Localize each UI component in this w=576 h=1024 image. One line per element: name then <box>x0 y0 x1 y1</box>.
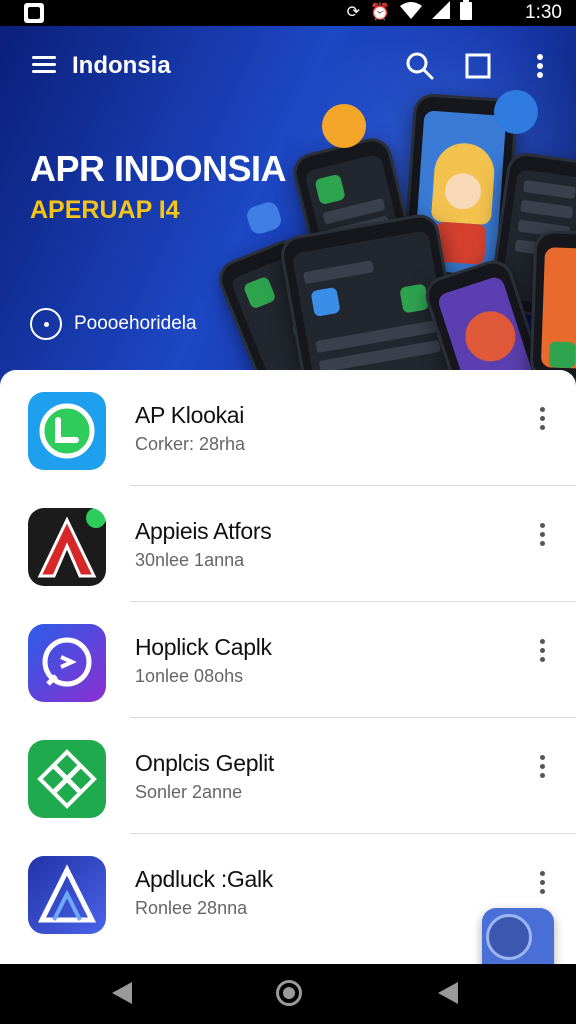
emoji-icon <box>322 104 366 148</box>
home-icon[interactable] <box>276 980 302 1006</box>
app-meta: 1onlee 08ohs <box>135 666 244 686</box>
status-time: 1:30 <box>525 2 562 23</box>
hero-link[interactable]: Poooehoridela <box>30 308 197 340</box>
status-icons: ⟳ ⏰ <box>346 0 472 26</box>
app-list: AP Klookai Corker: 28rha Appieis Atfors … <box>0 370 576 964</box>
red-a-icon <box>28 508 106 586</box>
app-name: Hoplick Caplk <box>135 634 272 660</box>
phone-illustration <box>529 229 576 383</box>
app-name: Apdluck :Galk <box>135 866 273 892</box>
messenger-icon <box>28 624 106 702</box>
search-icon[interactable] <box>402 48 438 84</box>
list-item[interactable]: AP Klookai Corker: 28rha <box>0 370 576 486</box>
more-vert-icon[interactable] <box>522 48 558 84</box>
more-vert-icon[interactable] <box>528 636 556 666</box>
menu-icon[interactable] <box>32 56 56 74</box>
green-chat-icon <box>28 392 106 470</box>
app-meta: 30nlee 1anna <box>135 550 245 570</box>
alarm-icon: ⏰ <box>370 4 390 21</box>
more-vert-icon[interactable] <box>528 868 556 898</box>
wifi-icon <box>400 1 422 25</box>
more-vert-icon[interactable] <box>528 752 556 782</box>
more-vert-icon[interactable] <box>528 520 556 550</box>
back-icon[interactable] <box>112 982 132 1004</box>
signal-icon <box>432 1 450 25</box>
status-bar: ⟳ ⏰ 1:30 <box>0 0 576 26</box>
app-name: AP Klookai <box>135 402 245 428</box>
system-nav-bar <box>0 964 576 1024</box>
list-item[interactable]: Hoplick Caplk 1onlee 08ohs <box>0 602 576 718</box>
hero-banner[interactable]: Indonsia APR INDONSIA APERUAP I4 Poooeho… <box>0 26 576 386</box>
app-notification-icon <box>24 3 44 23</box>
green-x-icon <box>28 740 106 818</box>
recent-icon[interactable] <box>438 982 458 1004</box>
hero-link-label: Poooehoridela <box>74 313 197 334</box>
list-item[interactable]: Onplcis Geplit Sonler 2anne <box>0 718 576 834</box>
hero-subtitle: APERUAP I4 <box>30 196 180 224</box>
page-title: Indonsia <box>72 52 171 79</box>
more-vert-icon[interactable] <box>528 404 556 434</box>
hero-title: APR INDONSIA <box>30 148 287 189</box>
app-meta: Corker: 28rha <box>135 434 246 454</box>
gamepad-icon <box>494 90 538 134</box>
app-name: Onplcis Geplit <box>135 750 274 776</box>
compass-icon <box>30 308 62 340</box>
blue-a-icon <box>28 856 106 934</box>
compass-icon <box>486 914 532 960</box>
square-icon[interactable] <box>460 48 496 84</box>
sync-icon: ⟳ <box>346 4 361 21</box>
list-item[interactable]: Appieis Atfors 30nlee 1anna <box>0 486 576 602</box>
battery-icon <box>460 0 472 26</box>
app-name: Appieis Atfors <box>135 518 272 544</box>
app-meta: Ronlee 28nna <box>135 898 248 918</box>
app-meta: Sonler 2anne <box>135 782 243 802</box>
ticket-icon <box>244 199 284 237</box>
